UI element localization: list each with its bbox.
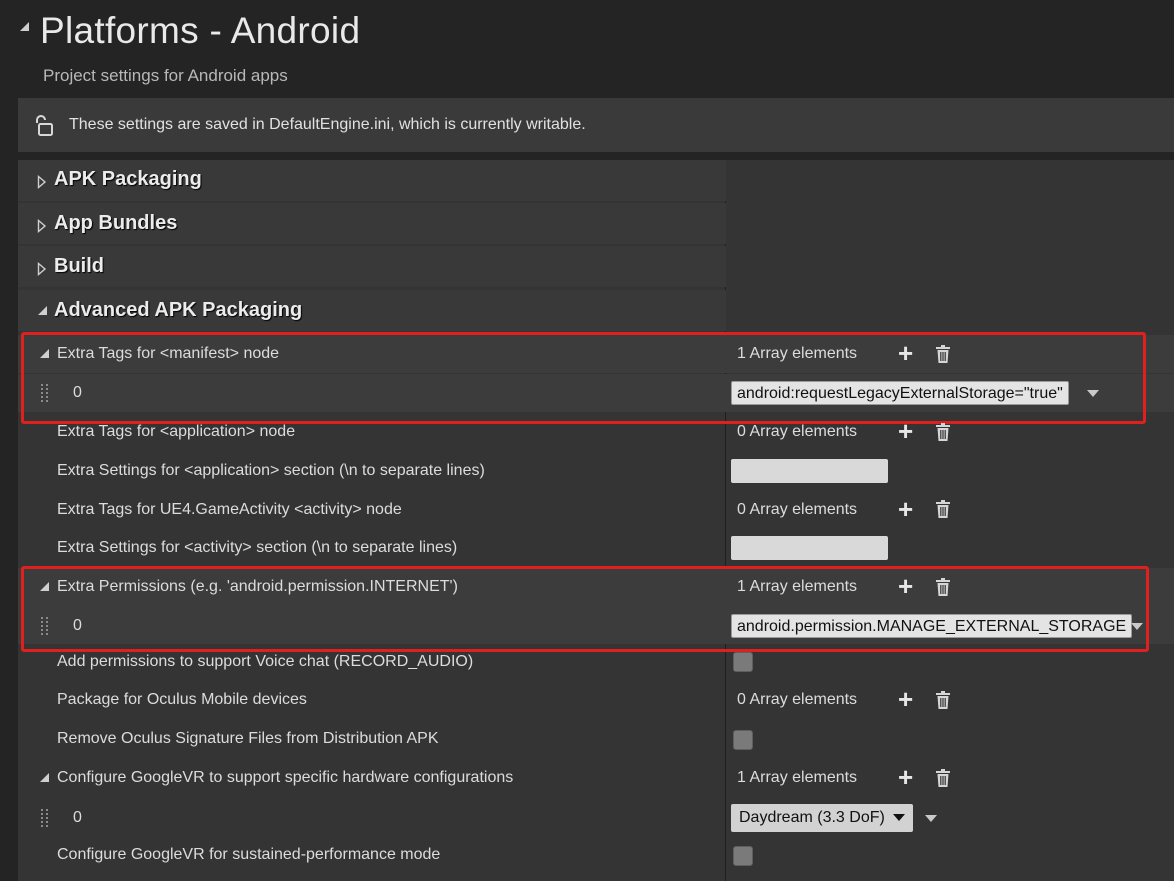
voice-chat-checkbox[interactable] [733, 652, 753, 672]
expand-arrow-icon[interactable] [37, 262, 47, 276]
delete-all-icon[interactable] [935, 769, 951, 787]
property-label: Remove Oculus Signature Files from Distr… [57, 730, 439, 747]
expand-arrow-icon[interactable] [37, 219, 47, 233]
property-label: Extra Tags for UE4.GameActivity <activit… [57, 501, 402, 518]
array-count: 0 Array elements [737, 501, 858, 518]
drag-handle-icon[interactable] [40, 808, 50, 828]
array-count: 0 Array elements [737, 691, 858, 708]
category-label: APK Packaging [54, 168, 202, 190]
add-element-icon[interactable]: + [898, 418, 913, 444]
application-settings-input[interactable] [731, 459, 888, 483]
add-element-icon[interactable]: + [898, 764, 913, 790]
array-index: 0 [73, 809, 82, 826]
array-count: 1 Array elements [737, 769, 858, 786]
property-label: Extra Settings for <activity> section (\… [57, 539, 458, 556]
activity-settings-input[interactable] [731, 536, 888, 560]
page-subtitle: Project settings for Android apps [43, 66, 288, 85]
googlevr-mode-dropdown[interactable]: Daydream (3.3 DoF) [731, 804, 914, 832]
collapse-arrow-icon[interactable] [38, 306, 47, 315]
expand-arrow-icon[interactable] [37, 175, 47, 189]
add-element-icon[interactable]: + [898, 496, 913, 522]
element-options-chevron-icon[interactable] [925, 815, 937, 822]
property-label: Add permissions to support Voice chat (R… [57, 653, 474, 670]
delete-all-icon[interactable] [935, 423, 951, 441]
delete-all-icon[interactable] [935, 500, 951, 518]
category-label: App Bundles [54, 212, 178, 234]
chevron-down-icon [893, 814, 906, 822]
unlocked-padlock-icon [36, 115, 53, 136]
property-label: Configure GoogleVR for sustained-perform… [57, 846, 441, 863]
property-label: Package for Oculus Mobile devices [57, 691, 307, 708]
highlight-box [21, 566, 1149, 652]
collapse-arrow-icon[interactable] [40, 773, 49, 782]
array-count: 0 Array elements [737, 423, 858, 440]
category-build[interactable] [18, 246, 726, 287]
property-label: Extra Settings for <application> section… [57, 462, 485, 479]
oculus-signature-checkbox[interactable] [733, 730, 753, 750]
highlight-box [21, 332, 1146, 424]
category-label: Build [54, 255, 104, 277]
property-label: Extra Tags for <application> node [57, 423, 296, 440]
delete-all-icon[interactable] [935, 691, 951, 709]
config-notice-text: These settings are saved in DefaultEngin… [69, 116, 586, 133]
collapse-header-arrow-icon[interactable] [20, 22, 29, 31]
category-label: Advanced APK Packaging [54, 299, 303, 321]
googlevr-sustained-checkbox[interactable] [733, 846, 753, 866]
add-element-icon[interactable]: + [898, 686, 913, 712]
page-title: Platforms - Android [40, 10, 361, 51]
property-label: Configure GoogleVR to support specific h… [57, 769, 514, 786]
dropdown-value: Daydream (3.3 DoF) [739, 809, 885, 826]
